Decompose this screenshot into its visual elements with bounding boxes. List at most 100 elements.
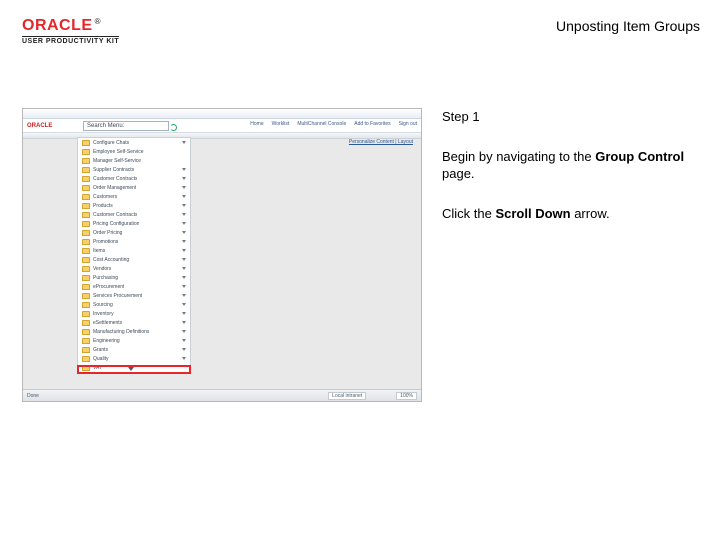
tree-item[interactable]: Promotions xyxy=(78,237,190,246)
tree-item[interactable]: Customers xyxy=(78,192,190,201)
chevron-down-icon xyxy=(182,294,186,297)
tree-item-label: Manager Self-Service xyxy=(93,158,141,164)
toolbar-signout[interactable]: Sign out xyxy=(399,121,417,127)
chevron-down-icon xyxy=(182,267,186,270)
trademark: ® xyxy=(95,17,101,26)
folder-icon xyxy=(82,140,90,146)
tree-item-label: Cost Accounting xyxy=(93,257,129,263)
tree-item-label: Customer Contracts xyxy=(93,212,137,218)
tree-item[interactable]: Purchasing xyxy=(78,273,190,282)
toolbar-favorites[interactable]: Add to Favorites xyxy=(354,121,390,127)
tree-item[interactable]: Grants xyxy=(78,345,190,354)
tree-item[interactable]: Employee Self-Service xyxy=(78,147,190,156)
chevron-down-icon xyxy=(182,195,186,198)
status-left: Done xyxy=(27,393,39,399)
app-logo: ORACLE xyxy=(27,123,52,129)
folder-icon xyxy=(82,311,90,317)
tree-item[interactable]: eProcurement xyxy=(78,282,190,291)
instruction-panel: Step 1 Begin by navigating to the Group … xyxy=(442,108,700,402)
folder-icon xyxy=(82,221,90,227)
chevron-down-icon xyxy=(182,204,186,207)
chevron-down-icon xyxy=(182,312,186,315)
tree-item[interactable]: Quality xyxy=(78,354,190,363)
tree-item-label: Promotions xyxy=(93,239,118,245)
tree-item-label: Inventory xyxy=(93,311,114,317)
tree-item-label: Customer Contracts xyxy=(93,176,137,182)
oracle-logo: ORACLE® USER PRODUCTIVITY KIT xyxy=(22,18,119,45)
chevron-down-icon xyxy=(182,258,186,261)
folder-icon xyxy=(82,248,90,254)
tree-item-label: eProcurement xyxy=(93,284,124,290)
folder-icon xyxy=(82,185,90,191)
folder-icon xyxy=(82,356,90,362)
instruction-2: Click the Scroll Down arrow. xyxy=(442,205,700,223)
chevron-down-icon xyxy=(182,357,186,360)
toolbar-home[interactable]: Home xyxy=(250,121,263,127)
tree-item-label: Order Management xyxy=(93,185,136,191)
tree-item-label: Items xyxy=(93,248,105,254)
tree-item[interactable]: Customer Contracts xyxy=(78,210,190,219)
folder-icon xyxy=(82,212,90,218)
chevron-down-icon xyxy=(182,348,186,351)
tree-item-label: Engineering xyxy=(93,338,120,344)
instruction-1: Begin by navigating to the Group Control… xyxy=(442,148,700,183)
logo-text: ORACLE xyxy=(22,17,93,34)
tree-item[interactable]: eSettlements xyxy=(78,318,190,327)
chevron-down-icon xyxy=(182,276,186,279)
tree-item[interactable]: Manufacturing Definitions xyxy=(78,327,190,336)
status-bar: Done Local intranet 100% xyxy=(23,389,421,401)
personalize-link[interactable]: Personalize Content | Layout xyxy=(349,139,413,145)
tree-item-label: Services Procurement xyxy=(93,293,142,299)
status-zoom: 100% xyxy=(396,392,417,400)
folder-icon xyxy=(82,158,90,164)
tree-item-label: Grants xyxy=(93,347,108,353)
tree-item-label: Supplier Contracts xyxy=(93,167,134,173)
folder-icon xyxy=(82,239,90,245)
folder-icon xyxy=(82,176,90,182)
tree-item[interactable]: Customer Contracts xyxy=(78,174,190,183)
folder-icon xyxy=(82,347,90,353)
chevron-down-icon xyxy=(182,321,186,324)
folder-icon xyxy=(82,203,90,209)
tree-item[interactable]: Engineering xyxy=(78,336,190,345)
tree-item[interactable]: Items xyxy=(78,246,190,255)
page-title: Unposting Item Groups xyxy=(556,18,700,34)
tree-item[interactable]: Vendors xyxy=(78,264,190,273)
tree-item-label: eSettlements xyxy=(93,320,122,326)
tree-item[interactable]: Configure Chats xyxy=(78,138,190,147)
refresh-icon[interactable] xyxy=(170,124,177,131)
app-screenshot: ORACLE Search Menu: Home Worklist MultiC… xyxy=(22,108,422,402)
tree-item[interactable]: Products xyxy=(78,201,190,210)
chevron-down-icon xyxy=(182,177,186,180)
tree-item[interactable]: Cost Accounting xyxy=(78,255,190,264)
chevron-down-icon xyxy=(182,213,186,216)
folder-icon xyxy=(82,167,90,173)
folder-icon xyxy=(82,338,90,344)
toolbar-worklist[interactable]: Worklist xyxy=(272,121,290,127)
status-zone: Local intranet xyxy=(328,392,366,400)
tree-item[interactable]: Supplier Contracts xyxy=(78,165,190,174)
tree-item-label: VAT xyxy=(93,365,102,371)
tree-item[interactable]: Order Pricing xyxy=(78,228,190,237)
tree-item[interactable]: Order Management xyxy=(78,183,190,192)
tree-item-label: Purchasing xyxy=(93,275,118,281)
folder-icon xyxy=(82,194,90,200)
toolbar-console[interactable]: MultiChannel Console xyxy=(297,121,346,127)
folder-icon xyxy=(82,365,90,371)
chevron-down-icon xyxy=(182,339,186,342)
folder-icon xyxy=(82,275,90,281)
tree-item-label: Customers xyxy=(93,194,117,200)
tree-item[interactable]: VAT xyxy=(78,363,190,372)
scroll-down-icon[interactable] xyxy=(128,367,134,371)
tree-item-label: Employee Self-Service xyxy=(93,149,144,155)
tree-item[interactable]: Pricing Configuration xyxy=(78,219,190,228)
tree-item[interactable]: Services Procurement xyxy=(78,291,190,300)
tree-item[interactable]: Manager Self-Service xyxy=(78,156,190,165)
folder-icon xyxy=(82,284,90,290)
tree-item[interactable]: Inventory xyxy=(78,309,190,318)
search-menu-label[interactable]: Search Menu: xyxy=(83,121,169,131)
nav-tree[interactable]: Configure Chats Employee Self-Service Mana… xyxy=(77,137,191,373)
tree-item[interactable]: Sourcing xyxy=(78,300,190,309)
top-toolbar: Home Worklist MultiChannel Console Add t… xyxy=(250,121,417,127)
logo-subbrand: USER PRODUCTIVITY KIT xyxy=(22,36,119,45)
